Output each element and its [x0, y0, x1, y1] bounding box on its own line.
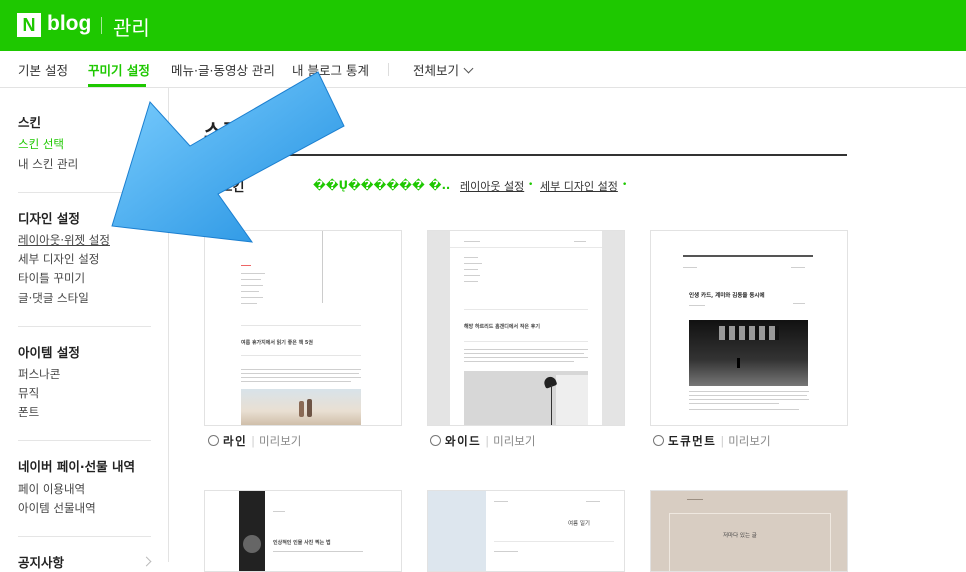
card-line: [241, 291, 259, 292]
tab-content-management[interactable]: 메뉴·글·동영상 관리: [171, 60, 275, 79]
card-line: [241, 377, 361, 378]
sidebar-item-music[interactable]: 뮤직: [18, 385, 39, 401]
naver-logo-icon[interactable]: N: [17, 13, 41, 37]
card-sample-title: 인생 카드, 계미와 김동을 동시에: [689, 293, 765, 299]
sidebar-divider: [18, 326, 151, 327]
radio-icon[interactable]: [653, 435, 664, 446]
sidebar-item-pay-history[interactable]: 페이 이용내역: [18, 481, 85, 497]
radio-icon[interactable]: [208, 435, 219, 446]
page-title: 관리: [113, 16, 150, 40]
sidebar-item-post-style[interactable]: 글·댓글 스타일: [18, 290, 89, 306]
nav-divider: [388, 63, 389, 76]
tab-view-all[interactable]: 전체보기: [413, 60, 474, 79]
card-line: [241, 273, 265, 274]
sidebar-divider: [18, 440, 151, 441]
card-photo: [241, 389, 361, 425]
card-line: [241, 297, 263, 298]
card-line: [241, 325, 361, 326]
tab-basic-settings[interactable]: 기본 설정: [18, 60, 68, 79]
settings-nav: 기본 설정 꾸미기 설정 메뉴·글·동영상 관리 내 블로그 통계 전체보기: [0, 51, 966, 88]
card-rule: [322, 231, 323, 303]
sidebar-item-font[interactable]: 폰트: [18, 404, 39, 420]
card-line: [241, 369, 361, 370]
card-line: [241, 285, 263, 286]
sidebar-item-personacon[interactable]: 퍼스나콘: [18, 366, 60, 382]
card-sample-title: 여름 휴가지에서 읽기 좋은 책 5권: [241, 340, 313, 346]
skin-option-line[interactable]: 라인 | 미리보기: [208, 433, 301, 449]
sidebar-section-skin: 스킨: [18, 115, 42, 130]
card-line: [241, 381, 351, 382]
view-all-label: 전체보기: [413, 63, 460, 78]
card-page: 해방 하르리드 홈갠디에서 작은 후기: [450, 231, 602, 425]
link-dot: •: [622, 180, 628, 190]
current-skin-label: 인 스킨: [204, 180, 245, 195]
current-skin-name: ��Ų������ �..: [313, 178, 451, 192]
title-rule: [204, 154, 847, 156]
card-mark: [241, 265, 251, 266]
card-sample-title: 해방 하르리드 홈갠디에서 작은 후기: [464, 324, 540, 330]
layout-settings-link[interactable]: 레이아웃 설정: [460, 178, 524, 194]
radio-icon[interactable]: [430, 435, 441, 446]
skin-card-document[interactable]: 인생 카드, 계미와 김동을 동시에: [650, 230, 848, 426]
card-sample-title: 인상적인 인물 사진 찍는 법: [273, 540, 331, 546]
skin-option-wide[interactable]: 와이드 | 미리보기: [430, 433, 535, 449]
skin-card-5[interactable]: 여름 일기: [427, 490, 625, 572]
sidebar-section-design: 디자인 설정: [18, 211, 80, 226]
card-sample-title: 저마다 있는 글: [723, 533, 757, 539]
logo-divider: [101, 17, 102, 34]
sidebar-item-title-decor[interactable]: 타이틀 꾸미기: [18, 270, 85, 286]
sidebar-item-gift-history[interactable]: 아이템 선물내역: [18, 500, 96, 516]
blog-logo[interactable]: blog: [47, 12, 91, 36]
top-bar: N blog 관리: [0, 0, 966, 51]
sidebar-item-my-skins[interactable]: 내 스킨 관리: [18, 156, 78, 172]
chevron-down-icon: [463, 63, 474, 74]
detail-design-link[interactable]: 세부 디자인 설정: [540, 178, 618, 194]
card-line: [241, 279, 261, 280]
main-title: 스킨: [204, 119, 241, 143]
sidebar: 스킨 스킨 선택 내 스킨 관리 디자인 설정 레이아웃·위젯 설정 세부 디자…: [0, 88, 169, 570]
skin-card-4[interactable]: 인상적인 인물 사진 찍는 법: [204, 490, 402, 572]
sidebar-item-skin-select[interactable]: 스킨 선택: [18, 136, 64, 152]
card-line: [241, 355, 361, 356]
tab-design-settings[interactable]: 꾸미기 설정: [88, 60, 150, 79]
sidebar-divider: [18, 192, 151, 193]
active-tab-indicator: [88, 84, 146, 87]
card-photo: [464, 371, 588, 425]
skin-card-6[interactable]: 저마다 있는 글: [650, 490, 848, 572]
skin-option-document[interactable]: 도큐먼트 | 미리보기: [653, 433, 771, 449]
tab-blog-statistics[interactable]: 내 블로그 통계: [292, 60, 369, 79]
link-dot: •: [528, 180, 534, 190]
card-line: [241, 303, 257, 304]
sidebar-item-layout-widget[interactable]: 레이아웃·위젯 설정: [18, 232, 110, 248]
preview-link[interactable]: 미리보기: [259, 434, 301, 448]
preview-link[interactable]: 미리보기: [493, 434, 535, 448]
sidebar-item-detail-design[interactable]: 세부 디자인 설정: [18, 251, 99, 267]
skin-card-line[interactable]: 여름 휴가지에서 읽기 좋은 책 5권: [204, 230, 402, 426]
sidebar-divider: [18, 536, 151, 537]
card-line: [241, 373, 359, 374]
skin-card-wide[interactable]: 해방 하르리드 홈갠디에서 작은 후기: [427, 230, 625, 426]
card-photo: [689, 320, 808, 386]
sidebar-section-items: 아이템 설정: [18, 345, 80, 360]
card-sample-title: 여름 일기: [568, 521, 590, 527]
sidebar-section-pay: 네이버 페이·선물 내역: [18, 459, 135, 474]
preview-link[interactable]: 미리보기: [728, 434, 770, 448]
